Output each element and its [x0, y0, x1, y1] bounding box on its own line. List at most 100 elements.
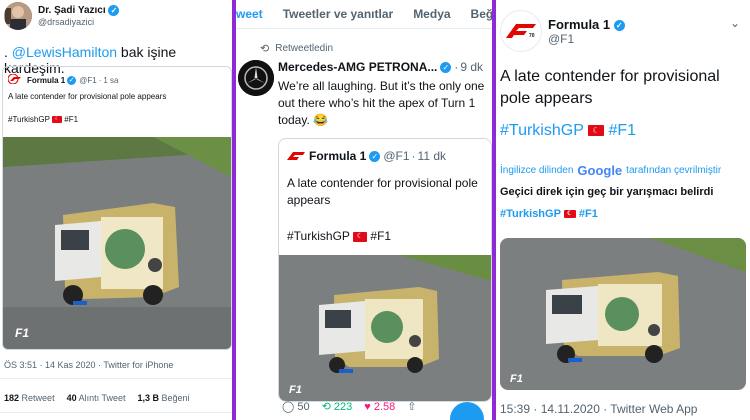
tweet-header: 70 Formula 1 ✓ @F1: [500, 10, 625, 52]
quoted-tweet-card[interactable]: Formula 1 ✓ @F1 · 1 sa A late contender …: [2, 66, 232, 350]
verified-icon: ✓: [67, 75, 77, 85]
f1-watermark: F1: [510, 373, 523, 385]
tweet-meta: ÖS 3:51 · 14 Kas 2020 · Twitter for iPho…: [4, 360, 174, 370]
middle-tweet-panel: weet Tweetler ve yanıtlar Medya Beğe ⟲ R…: [236, 0, 492, 420]
f1-watermark: F1: [289, 384, 302, 396]
compose-button[interactable]: [450, 402, 484, 420]
quote-label: Alıntı Tweet: [78, 393, 126, 403]
retweet-label: Retweet: [21, 393, 55, 403]
f1-logo-icon: [287, 149, 305, 163]
right-tweet-panel: 70 Formula 1 ✓ @F1 ⌄ A late contender fo…: [496, 0, 750, 420]
quoted-hashtags: #TurkishGP ☾ #F1: [8, 115, 78, 124]
retweet-icon: ⟲: [321, 401, 331, 413]
verified-icon: ✓: [108, 5, 120, 17]
avatar[interactable]: 70: [500, 10, 542, 52]
translation-prefix: İngilizce dilinden: [500, 165, 574, 176]
quoted-tweet-card[interactable]: Formula 1 ✓ @F1 · 11 dk A late contender…: [278, 138, 492, 402]
street-sweeper-photo[interactable]: F1: [279, 255, 491, 401]
retweet-count: 223: [333, 401, 353, 413]
retweet-button[interactable]: ⟲ 223: [322, 400, 353, 413]
quote-count: 40: [66, 393, 77, 403]
mention-link[interactable]: @LewisHamilton: [12, 44, 117, 60]
tweet-stats: 182 Retweet 40 Alıntı Tweet 1,3 B Beğeni: [4, 393, 190, 403]
reply-count: 50: [297, 401, 310, 413]
tab-likes[interactable]: Beğe: [461, 7, 492, 21]
author-name[interactable]: Dr. Şadi Yazıcı: [38, 6, 106, 17]
avatar[interactable]: [238, 60, 274, 96]
tweet-text: A late contender for provisional pole ap…: [500, 68, 720, 107]
like-label: Beğeni: [161, 393, 190, 403]
more-icon[interactable]: ⌄: [730, 16, 740, 30]
quoted-author-handle[interactable]: @F1: [383, 149, 409, 163]
quoted-time[interactable]: 11 dk: [418, 149, 446, 163]
tweet-text: We’re all laughing. But it’s the only on…: [278, 79, 485, 127]
like-stat[interactable]: 1,3 B Beğeni: [137, 393, 189, 403]
tweet-hashtags: #TurkishGP ☾ #F1: [500, 122, 636, 140]
retweet-stat[interactable]: 182 Retweet: [4, 393, 55, 403]
profile-tabs: weet Tweetler ve yanıtlar Medya Beğe: [236, 0, 492, 29]
quoted-author-name[interactable]: Formula 1: [27, 76, 65, 85]
avatar[interactable]: [4, 2, 32, 30]
author-name[interactable]: Formula 1: [548, 17, 610, 32]
quoted-author-handle[interactable]: @F1: [79, 76, 96, 85]
share-icon[interactable]: ⇧: [407, 400, 416, 413]
hashtag-turkishgp[interactable]: #TurkishGP: [8, 115, 50, 124]
street-sweeper-photo[interactable]: F1: [3, 137, 231, 349]
tweet-meta: 15:39 · 14.11.2020 · Twitter Web App: [500, 402, 697, 416]
divider: [0, 412, 232, 413]
retweet-indicator: ⟲ Retweetledin: [260, 42, 333, 55]
hashtag-f1[interactable]: #F1: [370, 229, 391, 243]
retweet-icon: ⟲: [260, 43, 270, 55]
f1-watermark: F1: [15, 326, 29, 340]
google-logo: Google: [577, 163, 623, 178]
reply-icon: ◯: [282, 401, 295, 413]
like-count: 2.58: [373, 400, 396, 413]
turkey-flag-icon: ☾: [563, 210, 576, 219]
tweet-prefix: .: [4, 44, 8, 60]
verified-icon: ✓: [613, 19, 625, 31]
author-handle[interactable]: @drsadiyazici: [38, 17, 119, 27]
author-handle[interactable]: @F1: [548, 32, 625, 46]
mercedes-logo-icon: [238, 60, 274, 96]
tab-media[interactable]: Medya: [403, 7, 460, 21]
hashtag-turkishgp[interactable]: #TurkishGP: [500, 208, 561, 220]
f1-logo-icon: [7, 73, 24, 86]
turkey-flag-icon: ☾: [52, 116, 63, 124]
translation-note[interactable]: İngilizce dilinden Google tarafından çev…: [500, 163, 721, 178]
tweet-header: Dr. Şadi Yazıcı ✓ @drsadiyazici: [4, 2, 120, 30]
left-tweet-panel: Dr. Şadi Yazıcı ✓ @drsadiyazici . @Lewis…: [0, 0, 232, 420]
separator: ·: [98, 75, 102, 85]
hashtag-f1[interactable]: #F1: [64, 115, 78, 124]
divider: [0, 378, 232, 379]
separator: ·: [454, 60, 459, 74]
quote-stat[interactable]: 40 Alıntı Tweet: [67, 393, 126, 403]
turkey-flag-icon: ☾: [588, 125, 605, 137]
verified-icon: ✓: [440, 61, 452, 73]
hashtag-turkishgp[interactable]: #TurkishGP: [500, 122, 584, 139]
verified-icon: ✓: [369, 150, 381, 162]
tweet-header: Mercedes-AMG PETRONA... ✓ · 9 dk ⌄: [278, 60, 492, 74]
tweet-time[interactable]: 9 dk: [460, 60, 483, 74]
retweet-count: 182: [4, 393, 20, 403]
quoted-text: A late contender for provisional pole ap…: [8, 92, 167, 101]
heart-icon: ♥: [364, 400, 371, 413]
translation-suffix: tarafından çevrilmiştir: [626, 165, 722, 176]
tweet-timestamp[interactable]: 15:39 · 14.11.2020 · Twitter Web App: [500, 402, 697, 416]
hashtag-turkishgp[interactable]: #TurkishGP: [287, 229, 350, 243]
f1-logo-icon: 70: [506, 24, 536, 38]
quoted-time[interactable]: 1 sa: [103, 76, 118, 85]
hashtag-f1[interactable]: #F1: [609, 122, 637, 139]
author-name[interactable]: Mercedes-AMG PETRONA...: [278, 60, 437, 74]
quoted-text: A late contender for provisional pole ap…: [287, 176, 478, 207]
quoted-hashtags: #TurkishGP ☾ #F1: [287, 229, 391, 243]
like-button[interactable]: ♥ 2.58: [364, 401, 395, 413]
quoted-author-name[interactable]: Formula 1: [309, 149, 366, 163]
retweeted-label: Retweetledin: [275, 43, 334, 54]
street-sweeper-photo[interactable]: F1: [500, 238, 746, 390]
tab-tweets-and-replies[interactable]: Tweetler ve yanıtlar: [273, 7, 404, 21]
quoted-tweet-header: Formula 1 ✓ @F1 · 11 dk: [287, 149, 446, 163]
reply-button[interactable]: ◯ 50: [282, 400, 310, 413]
tab-tweets[interactable]: weet: [236, 7, 273, 21]
hashtag-f1[interactable]: #F1: [579, 208, 598, 220]
turkey-flag-icon: ☾: [353, 231, 368, 242]
